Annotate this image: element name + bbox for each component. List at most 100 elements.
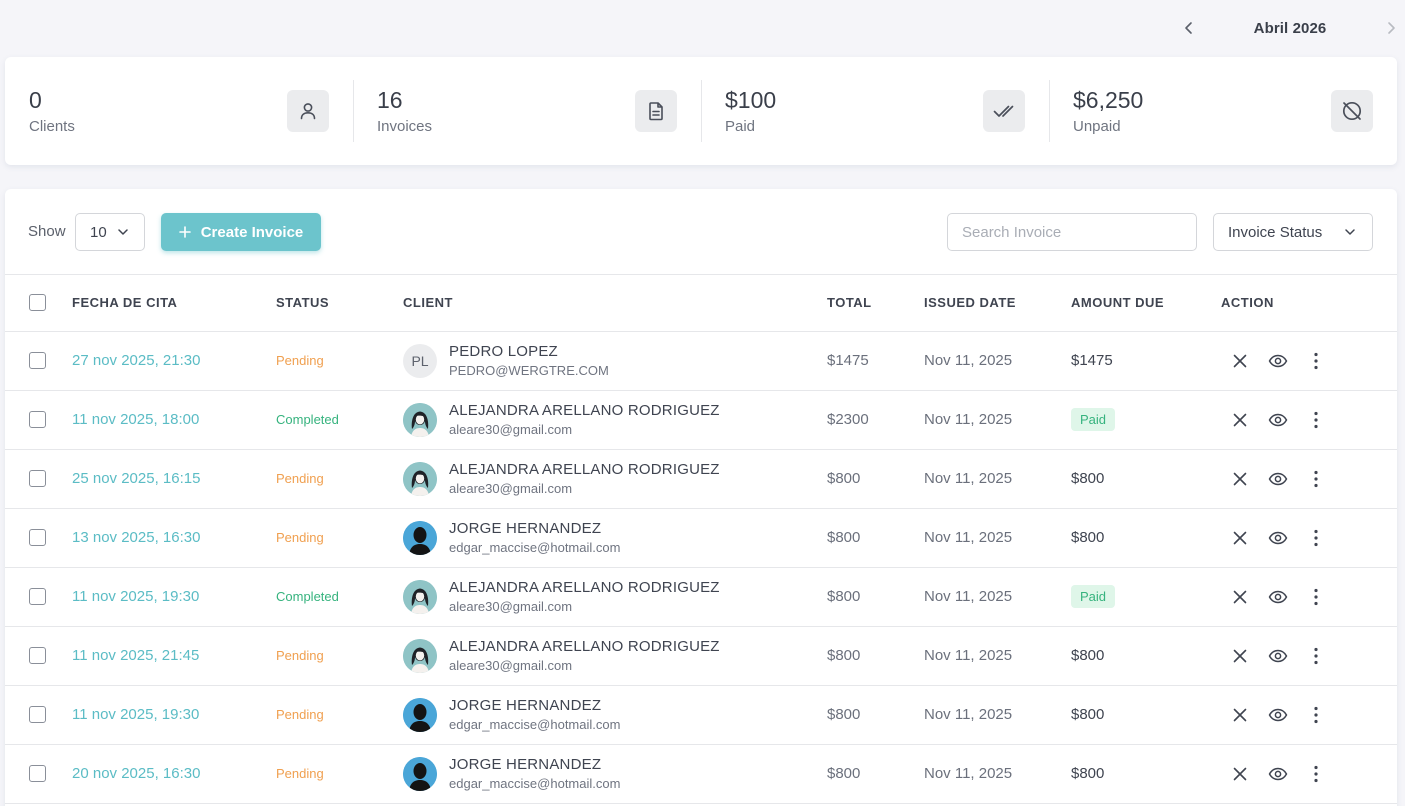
amount-due-value: $1475 bbox=[1071, 352, 1113, 369]
more-options-button[interactable] bbox=[1305, 350, 1327, 372]
table-row: 11 nov 2025, 19:30 Completed ALEJANDRA A… bbox=[5, 567, 1397, 626]
delete-button[interactable] bbox=[1229, 763, 1251, 785]
more-options-button[interactable] bbox=[1305, 527, 1327, 549]
view-button[interactable] bbox=[1267, 704, 1289, 726]
row-checkbox[interactable] bbox=[29, 765, 46, 783]
client-cell: JORGE HERNANDEZ edgar_maccise@hotmail.co… bbox=[403, 508, 827, 567]
view-button[interactable] bbox=[1267, 527, 1289, 549]
client-name: JORGE HERNANDEZ bbox=[449, 520, 602, 537]
delete-button[interactable] bbox=[1229, 586, 1251, 608]
delete-button[interactable] bbox=[1229, 645, 1251, 667]
invoice-status-select[interactable]: Invoice Status bbox=[1213, 213, 1373, 251]
delete-button[interactable] bbox=[1229, 468, 1251, 490]
total-cell: $800 bbox=[827, 529, 861, 546]
man-avatar-icon bbox=[403, 756, 437, 791]
chevron-right-icon bbox=[1388, 22, 1395, 34]
create-invoice-button[interactable]: Create Invoice bbox=[161, 213, 321, 251]
man-avatar-icon bbox=[403, 697, 437, 732]
status-cell: Pending bbox=[276, 626, 403, 685]
appointment-date-link[interactable]: 20 nov 2025, 16:30 bbox=[72, 765, 200, 782]
search-invoice-input[interactable] bbox=[947, 213, 1197, 251]
header-amount-due[interactable]: AMOUNT DUE bbox=[1071, 275, 1221, 332]
more-options-button[interactable] bbox=[1305, 586, 1327, 608]
issued-date-cell: Nov 11, 2025 bbox=[924, 765, 1013, 782]
delete-button[interactable] bbox=[1229, 704, 1251, 726]
row-checkbox[interactable] bbox=[29, 647, 46, 665]
stat-value: $100 bbox=[725, 86, 777, 113]
close-icon bbox=[1233, 590, 1247, 603]
row-checkbox[interactable] bbox=[29, 470, 46, 488]
status-text: Completed bbox=[276, 589, 339, 604]
action-cell bbox=[1221, 508, 1397, 567]
date-cell: 11 nov 2025, 19:30 bbox=[72, 567, 276, 626]
header-issued-date[interactable]: ISSUED DATE bbox=[924, 275, 1071, 332]
action-cell bbox=[1221, 390, 1397, 449]
woman-avatar-icon bbox=[403, 579, 437, 614]
amount-due-cell: $800 bbox=[1071, 744, 1221, 803]
header-status[interactable]: STATUS bbox=[276, 275, 403, 332]
eye-icon bbox=[1268, 354, 1288, 367]
more-options-button[interactable] bbox=[1305, 704, 1327, 726]
prev-month-button[interactable] bbox=[1175, 14, 1203, 42]
issued-date-cell: Nov 11, 2025 bbox=[924, 352, 1013, 369]
view-button[interactable] bbox=[1267, 409, 1289, 431]
row-checkbox[interactable] bbox=[29, 352, 46, 370]
woman-avatar-icon bbox=[403, 461, 437, 496]
row-checkbox-cell bbox=[5, 508, 72, 567]
row-checkbox-cell bbox=[5, 390, 72, 449]
row-checkbox[interactable] bbox=[29, 411, 46, 429]
delete-button[interactable] bbox=[1229, 350, 1251, 372]
woman-avatar-icon bbox=[403, 638, 437, 673]
month-label: Abril 2026 bbox=[1253, 19, 1327, 37]
client-email: aleare30@gmail.com bbox=[449, 422, 573, 437]
paid-badge: Paid bbox=[1071, 408, 1116, 431]
appointment-date-link[interactable]: 11 nov 2025, 21:45 bbox=[72, 647, 199, 664]
amount-due-cell: $800 bbox=[1071, 626, 1221, 685]
appointment-date-link[interactable]: 13 nov 2025, 16:30 bbox=[72, 529, 200, 546]
appointment-date-link[interactable]: 11 nov 2025, 19:30 bbox=[72, 588, 199, 605]
status-cell: Completed bbox=[276, 390, 403, 449]
user-icon bbox=[287, 90, 329, 132]
double-check-icon bbox=[983, 90, 1025, 132]
stat-label: Paid bbox=[725, 118, 756, 136]
client-name: ALEJANDRA ARELLANO RODRIGUEZ bbox=[449, 579, 720, 596]
appointment-date-link[interactable]: 25 nov 2025, 16:15 bbox=[72, 470, 200, 487]
header-total[interactable]: TOTAL bbox=[827, 275, 924, 332]
stat-label: Clients bbox=[29, 118, 75, 136]
table-row: 11 nov 2025, 21:45 Pending ALEJANDRA ARE… bbox=[5, 626, 1397, 685]
delete-button[interactable] bbox=[1229, 409, 1251, 431]
row-checkbox[interactable] bbox=[29, 529, 46, 547]
stats-card: 0 Clients 16 Invoices $100 Paid $6,250 U… bbox=[5, 57, 1397, 165]
view-button[interactable] bbox=[1267, 468, 1289, 490]
avatar bbox=[403, 402, 437, 437]
select-all-checkbox[interactable] bbox=[29, 294, 46, 312]
view-button[interactable] bbox=[1267, 350, 1289, 372]
header-fecha[interactable]: FECHA DE CITA bbox=[72, 275, 276, 332]
action-cell bbox=[1221, 744, 1397, 803]
client-name: ALEJANDRA ARELLANO RODRIGUEZ bbox=[449, 638, 720, 655]
more-options-button[interactable] bbox=[1305, 645, 1327, 667]
client-cell: PL PEDRO LOPEZ PEDRO@WERGTRE.COM bbox=[403, 331, 827, 390]
page-size-select[interactable]: 10 bbox=[75, 213, 145, 251]
avatar bbox=[403, 520, 437, 555]
row-checkbox[interactable] bbox=[29, 706, 46, 724]
appointment-date-link[interactable]: 27 nov 2025, 21:30 bbox=[72, 352, 200, 369]
close-icon bbox=[1233, 531, 1247, 544]
delete-button[interactable] bbox=[1229, 527, 1251, 549]
next-month-button[interactable] bbox=[1377, 14, 1405, 42]
total-cell: $2300 bbox=[827, 411, 869, 428]
amount-due-cell: $800 bbox=[1071, 685, 1221, 744]
woman-avatar-icon bbox=[403, 402, 437, 437]
more-options-button[interactable] bbox=[1305, 468, 1327, 490]
view-button[interactable] bbox=[1267, 645, 1289, 667]
more-options-button[interactable] bbox=[1305, 763, 1327, 785]
header-client[interactable]: CLIENT bbox=[403, 275, 827, 332]
client-info: ALEJANDRA ARELLANO RODRIGUEZ aleare30@gm… bbox=[403, 638, 827, 673]
view-button[interactable] bbox=[1267, 586, 1289, 608]
view-button[interactable] bbox=[1267, 763, 1289, 785]
appointment-date-link[interactable]: 11 nov 2025, 19:30 bbox=[72, 706, 199, 723]
appointment-date-link[interactable]: 11 nov 2025, 18:00 bbox=[72, 411, 199, 428]
more-options-button[interactable] bbox=[1305, 409, 1327, 431]
more-vertical-icon bbox=[1314, 765, 1318, 782]
row-checkbox[interactable] bbox=[29, 588, 46, 606]
